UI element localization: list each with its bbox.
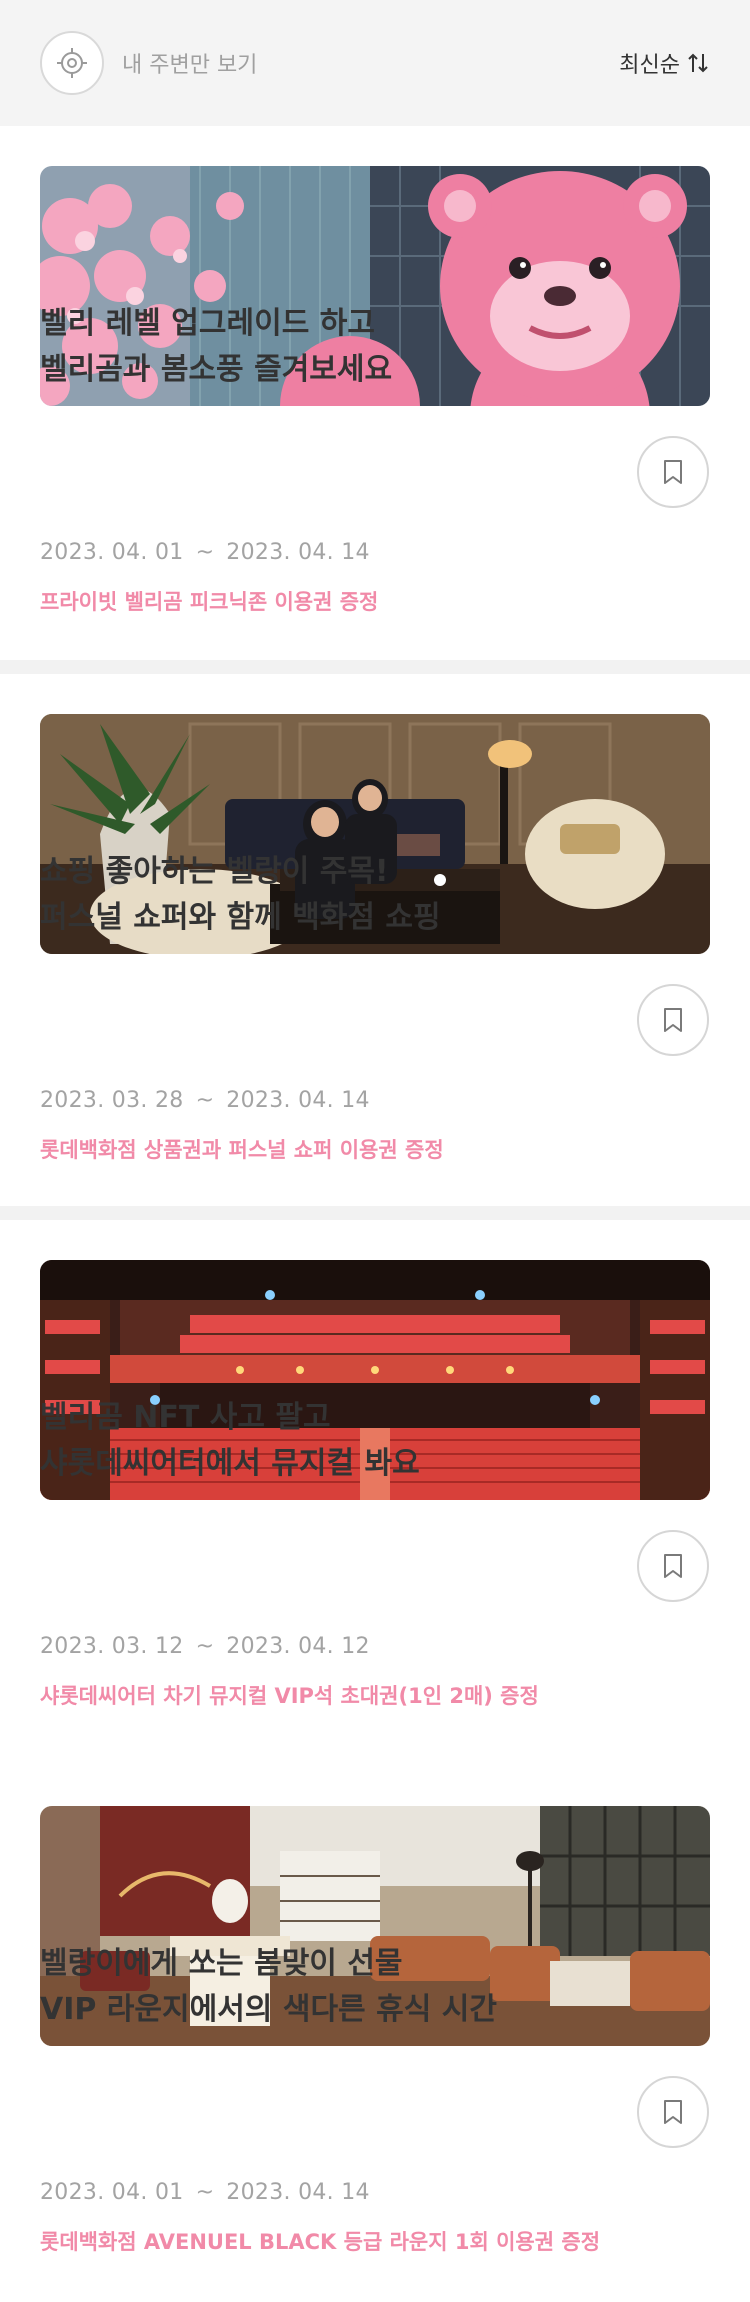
- event-end-date: 2023. 04. 14: [226, 2180, 370, 2205]
- event-end-date: 2023. 04. 14: [226, 1088, 370, 1113]
- event-title-line-2[interactable]: 샤롯데씨어터에서 뮤지컬 봐요: [40, 1441, 600, 1487]
- event-benefit: 롯데백화점 AVENUEL BLACK 등급 라운지 1회 이용권 증정: [40, 2230, 601, 2254]
- event-benefit: 프라이빗 벨리곰 피크닉존 이용권 증정: [40, 590, 379, 614]
- event-title-line-1[interactable]: 벨리 레벨 업그레이드 하고: [40, 301, 600, 347]
- filter-bar: 내 주변만 보기 최신순: [0, 0, 750, 126]
- event-period: 2023. 03. 12 ~2023. 04. 12: [40, 1634, 370, 1659]
- event-title-line-2[interactable]: 벨리곰과 봄소풍 즐겨보세요: [40, 347, 600, 393]
- date-separator: ~: [195, 1634, 215, 1659]
- event-start-date: 2023. 04. 01: [40, 540, 184, 565]
- location-target-icon[interactable]: [40, 31, 104, 95]
- bookmark-icon[interactable]: [661, 458, 685, 486]
- date-separator: ~: [195, 2180, 215, 2205]
- event-title-line-1[interactable]: 쇼핑 좋아하는 벨랑이 주목!: [40, 849, 600, 895]
- event-title[interactable]: 벨리곰 NFT 사고 팔고 샤롯데씨어터에서 뮤지컬 봐요: [40, 1395, 600, 1487]
- event-card[interactable]: 벨리곰 NFT 사고 팔고 샤롯데씨어터에서 뮤지컬 봐요 2023. 03. …: [0, 1220, 750, 1766]
- event-end-date: 2023. 04. 12: [226, 1634, 370, 1659]
- event-title[interactable]: 쇼핑 좋아하는 벨랑이 주목! 퍼스널 쇼퍼와 함께 백화점 쇼핑: [40, 849, 600, 941]
- event-title-line-2[interactable]: 퍼스널 쇼퍼와 함께 백화점 쇼핑: [40, 895, 600, 941]
- event-start-date: 2023. 04. 01: [40, 2180, 184, 2205]
- nearby-label[interactable]: 내 주변만 보기: [122, 47, 257, 79]
- sort-button[interactable]: 최신순: [619, 47, 710, 79]
- event-period: 2023. 04. 01 ~2023. 04. 14: [40, 2180, 370, 2205]
- bookmark-button[interactable]: [637, 2076, 709, 2148]
- event-end-date: 2023. 04. 14: [226, 540, 370, 565]
- date-separator: ~: [195, 1088, 215, 1113]
- nearby-toggle[interactable]: 내 주변만 보기: [40, 31, 257, 95]
- bookmark-button[interactable]: [637, 436, 709, 508]
- bookmark-button[interactable]: [637, 984, 709, 1056]
- event-title-line-2[interactable]: VIP 라운지에서의 색다른 휴식 시간: [40, 1987, 600, 2033]
- event-title[interactable]: 벨리 레벨 업그레이드 하고 벨리곰과 봄소풍 즐겨보세요: [40, 301, 600, 393]
- event-benefit: 샤롯데씨어터 차기 뮤지컬 VIP석 초대권(1인 2매) 증정: [40, 1684, 539, 1708]
- card-divider: [0, 660, 750, 674]
- event-title-line-1[interactable]: 벨랑이에게 쏘는 봄맞이 선물: [40, 1941, 600, 1987]
- event-start-date: 2023. 03. 28: [40, 1088, 184, 1113]
- event-start-date: 2023. 03. 12: [40, 1634, 184, 1659]
- sort-arrows-icon[interactable]: [686, 52, 710, 74]
- event-benefit: 롯데백화점 상품권과 퍼스널 쇼퍼 이용권 증정: [40, 1138, 444, 1162]
- bookmark-icon[interactable]: [661, 2098, 685, 2126]
- event-card[interactable]: 쇼핑 좋아하는 벨랑이 주목! 퍼스널 쇼퍼와 함께 백화점 쇼핑 2023. …: [0, 674, 750, 1206]
- event-period: 2023. 04. 01 ~2023. 04. 14: [40, 540, 370, 565]
- date-separator: ~: [195, 540, 215, 565]
- event-card[interactable]: 벨랑이에게 쏘는 봄맞이 선물 VIP 라운지에서의 색다른 휴식 시간 202…: [0, 1766, 750, 2302]
- event-period: 2023. 03. 28 ~2023. 04. 14: [40, 1088, 370, 1113]
- event-title[interactable]: 벨랑이에게 쏘는 봄맞이 선물 VIP 라운지에서의 색다른 휴식 시간: [40, 1941, 600, 2033]
- bookmark-icon[interactable]: [661, 1552, 685, 1580]
- bookmark-button[interactable]: [637, 1530, 709, 1602]
- card-divider: [0, 1206, 750, 1220]
- bookmark-icon[interactable]: [661, 1006, 685, 1034]
- event-title-line-1[interactable]: 벨리곰 NFT 사고 팔고: [40, 1395, 600, 1441]
- event-card[interactable]: 벨리 레벨 업그레이드 하고 벨리곰과 봄소풍 즐겨보세요 2023. 04. …: [0, 126, 750, 672]
- sort-label[interactable]: 최신순: [619, 47, 680, 79]
